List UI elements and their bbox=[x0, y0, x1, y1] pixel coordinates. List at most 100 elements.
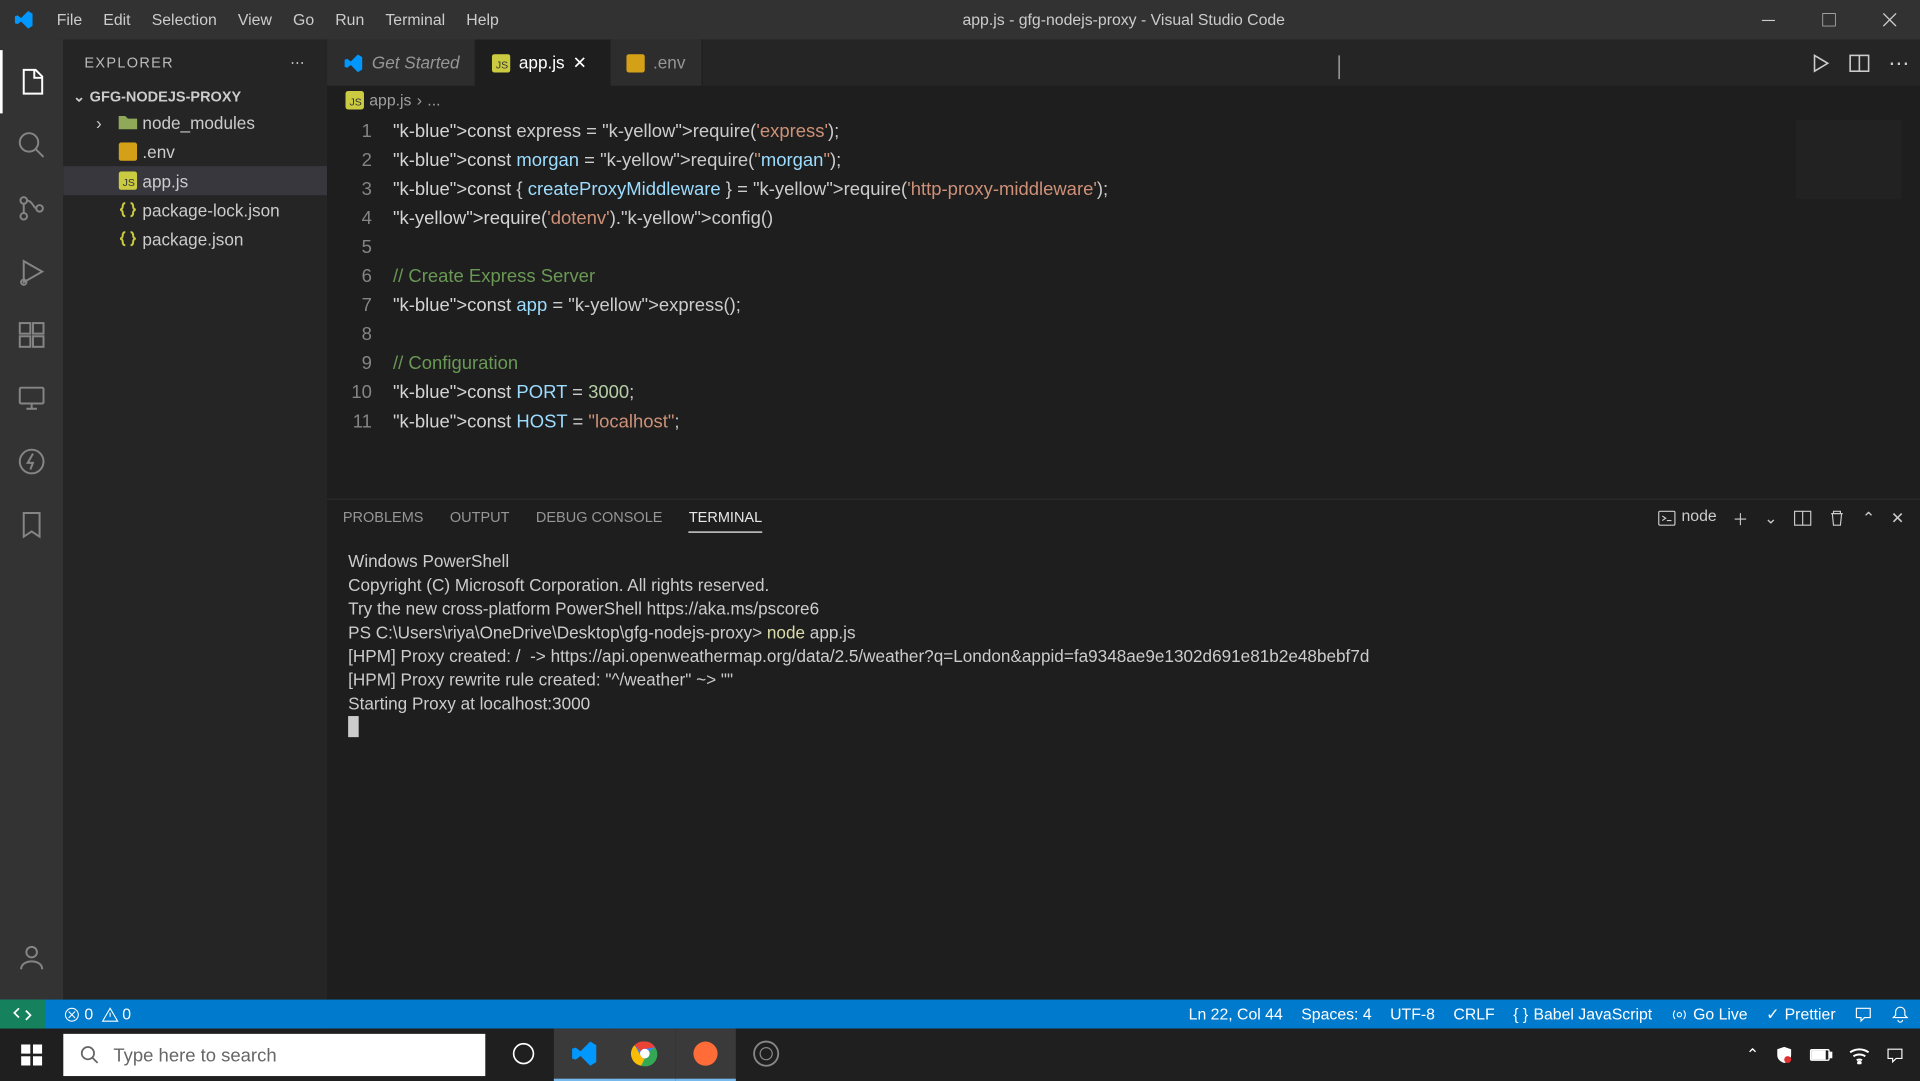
status-language[interactable]: { } Babel JavaScript bbox=[1513, 1005, 1652, 1023]
js-file-icon: JS bbox=[493, 53, 511, 71]
js-file-icon: JS bbox=[345, 91, 363, 109]
taskbar-search[interactable]: Type here to search bbox=[63, 1034, 485, 1076]
terminal-dropdown-icon[interactable]: ⌄ bbox=[1764, 509, 1777, 533]
taskbar-vscode[interactable] bbox=[554, 1029, 615, 1081]
tab-app-js[interactable]: JS app.js ✕ bbox=[477, 40, 611, 86]
taskbar-obs[interactable] bbox=[736, 1029, 797, 1081]
close-tab-icon[interactable]: ✕ bbox=[573, 52, 594, 73]
menu-go[interactable]: Go bbox=[282, 11, 324, 29]
menu-terminal[interactable]: Terminal bbox=[375, 11, 456, 29]
file-env[interactable]: .env bbox=[63, 137, 327, 166]
terminal-shell-indicator[interactable]: node bbox=[1658, 506, 1717, 535]
panel-tab-debug-console[interactable]: DEBUG CONSOLE bbox=[536, 510, 663, 531]
file-package-json[interactable]: package.json bbox=[63, 224, 327, 253]
taskbar-chrome[interactable] bbox=[615, 1029, 676, 1081]
json-file-icon bbox=[113, 229, 142, 247]
taskbar-postman[interactable] bbox=[675, 1029, 736, 1081]
file-app-js[interactable]: JS app.js bbox=[63, 166, 327, 195]
status-bar: 0 0 Ln 22, Col 44 Spaces: 4 UTF-8 CRLF {… bbox=[0, 1000, 1920, 1029]
bookmarks-icon[interactable] bbox=[0, 493, 63, 556]
start-button[interactable] bbox=[0, 1029, 63, 1081]
panel-tab-output[interactable]: OUTPUT bbox=[450, 510, 510, 531]
file-tree: › node_modules .env JS app.js package-lo… bbox=[63, 108, 327, 253]
explorer-icon[interactable] bbox=[0, 50, 63, 113]
tab-env[interactable]: .env bbox=[611, 40, 703, 86]
remote-indicator[interactable] bbox=[0, 1000, 45, 1029]
code-content[interactable]: "k-blue">const express = "k-yellow">requ… bbox=[393, 115, 1920, 499]
chevron-right-icon: › bbox=[417, 91, 422, 109]
status-encoding[interactable]: UTF-8 bbox=[1390, 1005, 1435, 1023]
panel-tab-problems[interactable]: PROBLEMS bbox=[343, 510, 424, 531]
folder-node-modules[interactable]: › node_modules bbox=[63, 108, 327, 137]
explorer-sidebar: EXPLORER ⋯ ⌄ GFG-NODEJS-PROXY › node_mod… bbox=[63, 40, 327, 1053]
maximize-button[interactable] bbox=[1799, 0, 1860, 40]
task-view-button[interactable] bbox=[493, 1029, 554, 1081]
status-errors[interactable]: 0 bbox=[63, 1005, 93, 1023]
tab-get-started[interactable]: Get Started bbox=[327, 40, 477, 86]
project-header[interactable]: ⌄ GFG-NODEJS-PROXY bbox=[63, 86, 327, 108]
status-indentation[interactable]: Spaces: 4 bbox=[1301, 1005, 1371, 1023]
source-control-icon[interactable] bbox=[0, 177, 63, 240]
file-package-lock[interactable]: package-lock.json bbox=[63, 195, 327, 224]
activity-bar bbox=[0, 40, 63, 1053]
run-debug-icon[interactable] bbox=[0, 240, 63, 303]
terminal-output[interactable]: Windows PowerShellCopyright (C) Microsof… bbox=[327, 542, 1920, 1052]
explorer-title: EXPLORER bbox=[84, 55, 174, 71]
status-prettier[interactable]: ✓ Prettier bbox=[1766, 1005, 1836, 1023]
menu-bar: File Edit Selection View Go Run Terminal… bbox=[46, 11, 509, 29]
folder-icon bbox=[113, 113, 142, 131]
minimize-button[interactable] bbox=[1738, 0, 1799, 40]
title-bar: File Edit Selection View Go Run Terminal… bbox=[0, 0, 1920, 40]
search-icon[interactable] bbox=[0, 113, 63, 176]
window-title: app.js - gfg-nodejs-proxy - Visual Studi… bbox=[509, 11, 1738, 29]
thunder-client-icon[interactable] bbox=[0, 430, 63, 493]
run-file-icon[interactable] bbox=[1809, 52, 1830, 73]
tray-battery-icon[interactable] bbox=[1809, 1047, 1833, 1063]
editor-area: Get Started JS app.js ✕ .env ⋯ JS app.js… bbox=[327, 40, 1920, 1053]
more-actions-icon[interactable]: ⋯ bbox=[1888, 49, 1909, 75]
tray-chevron-icon[interactable]: ⌃ bbox=[1746, 1046, 1759, 1064]
code-editor[interactable]: 1234567891011 "k-blue">const express = "… bbox=[327, 115, 1920, 499]
maximize-panel-icon[interactable]: ⌃ bbox=[1862, 509, 1875, 533]
accounts-icon[interactable] bbox=[0, 926, 63, 989]
windows-taskbar: Type here to search ⌃ bbox=[0, 1029, 1920, 1081]
file-label: node_modules bbox=[142, 113, 254, 133]
json-file-icon bbox=[113, 200, 142, 218]
breadcrumb-rest: ... bbox=[427, 91, 440, 109]
menu-view[interactable]: View bbox=[227, 11, 282, 29]
status-feedback-icon[interactable] bbox=[1854, 1005, 1872, 1023]
file-label: .env bbox=[142, 142, 174, 162]
split-editor-icon[interactable] bbox=[1849, 52, 1870, 73]
status-cursor-position[interactable]: Ln 22, Col 44 bbox=[1189, 1005, 1283, 1023]
panel-tabs: PROBLEMS OUTPUT DEBUG CONSOLE TERMINAL n… bbox=[327, 500, 1920, 542]
line-numbers: 1234567891011 bbox=[327, 115, 393, 499]
panel-tab-terminal[interactable]: TERMINAL bbox=[689, 510, 762, 532]
status-go-live[interactable]: Go Live bbox=[1671, 1005, 1748, 1023]
status-notifications-icon[interactable] bbox=[1891, 1005, 1909, 1023]
extensions-icon[interactable] bbox=[0, 303, 63, 366]
svg-text:JS: JS bbox=[349, 96, 361, 108]
close-panel-icon[interactable]: ✕ bbox=[1891, 509, 1904, 533]
tray-security-icon[interactable] bbox=[1775, 1046, 1793, 1064]
explorer-more-icon[interactable]: ⋯ bbox=[290, 54, 306, 71]
menu-run[interactable]: Run bbox=[325, 11, 375, 29]
close-button[interactable] bbox=[1859, 0, 1920, 40]
tray-wifi-icon[interactable] bbox=[1849, 1046, 1870, 1064]
breadcrumb[interactable]: JS app.js › ... bbox=[327, 86, 1920, 115]
menu-edit[interactable]: Edit bbox=[93, 11, 141, 29]
env-file-icon bbox=[627, 53, 645, 71]
tray-action-center-icon[interactable] bbox=[1886, 1046, 1904, 1064]
kill-terminal-icon[interactable] bbox=[1828, 509, 1846, 533]
split-terminal-icon[interactable] bbox=[1793, 509, 1811, 533]
status-eol[interactable]: CRLF bbox=[1453, 1005, 1494, 1023]
svg-text:JS: JS bbox=[123, 177, 135, 189]
status-warnings[interactable]: 0 bbox=[101, 1005, 131, 1023]
new-terminal-icon[interactable]: ＋ bbox=[1733, 507, 1749, 535]
minimap[interactable] bbox=[1796, 120, 1901, 199]
editor-tabs: Get Started JS app.js ✕ .env ⋯ bbox=[327, 40, 1920, 86]
remote-explorer-icon[interactable] bbox=[0, 367, 63, 430]
menu-file[interactable]: File bbox=[46, 11, 93, 29]
menu-help[interactable]: Help bbox=[456, 11, 510, 29]
menu-selection[interactable]: Selection bbox=[141, 11, 227, 29]
system-tray[interactable]: ⌃ bbox=[1746, 1046, 1920, 1064]
